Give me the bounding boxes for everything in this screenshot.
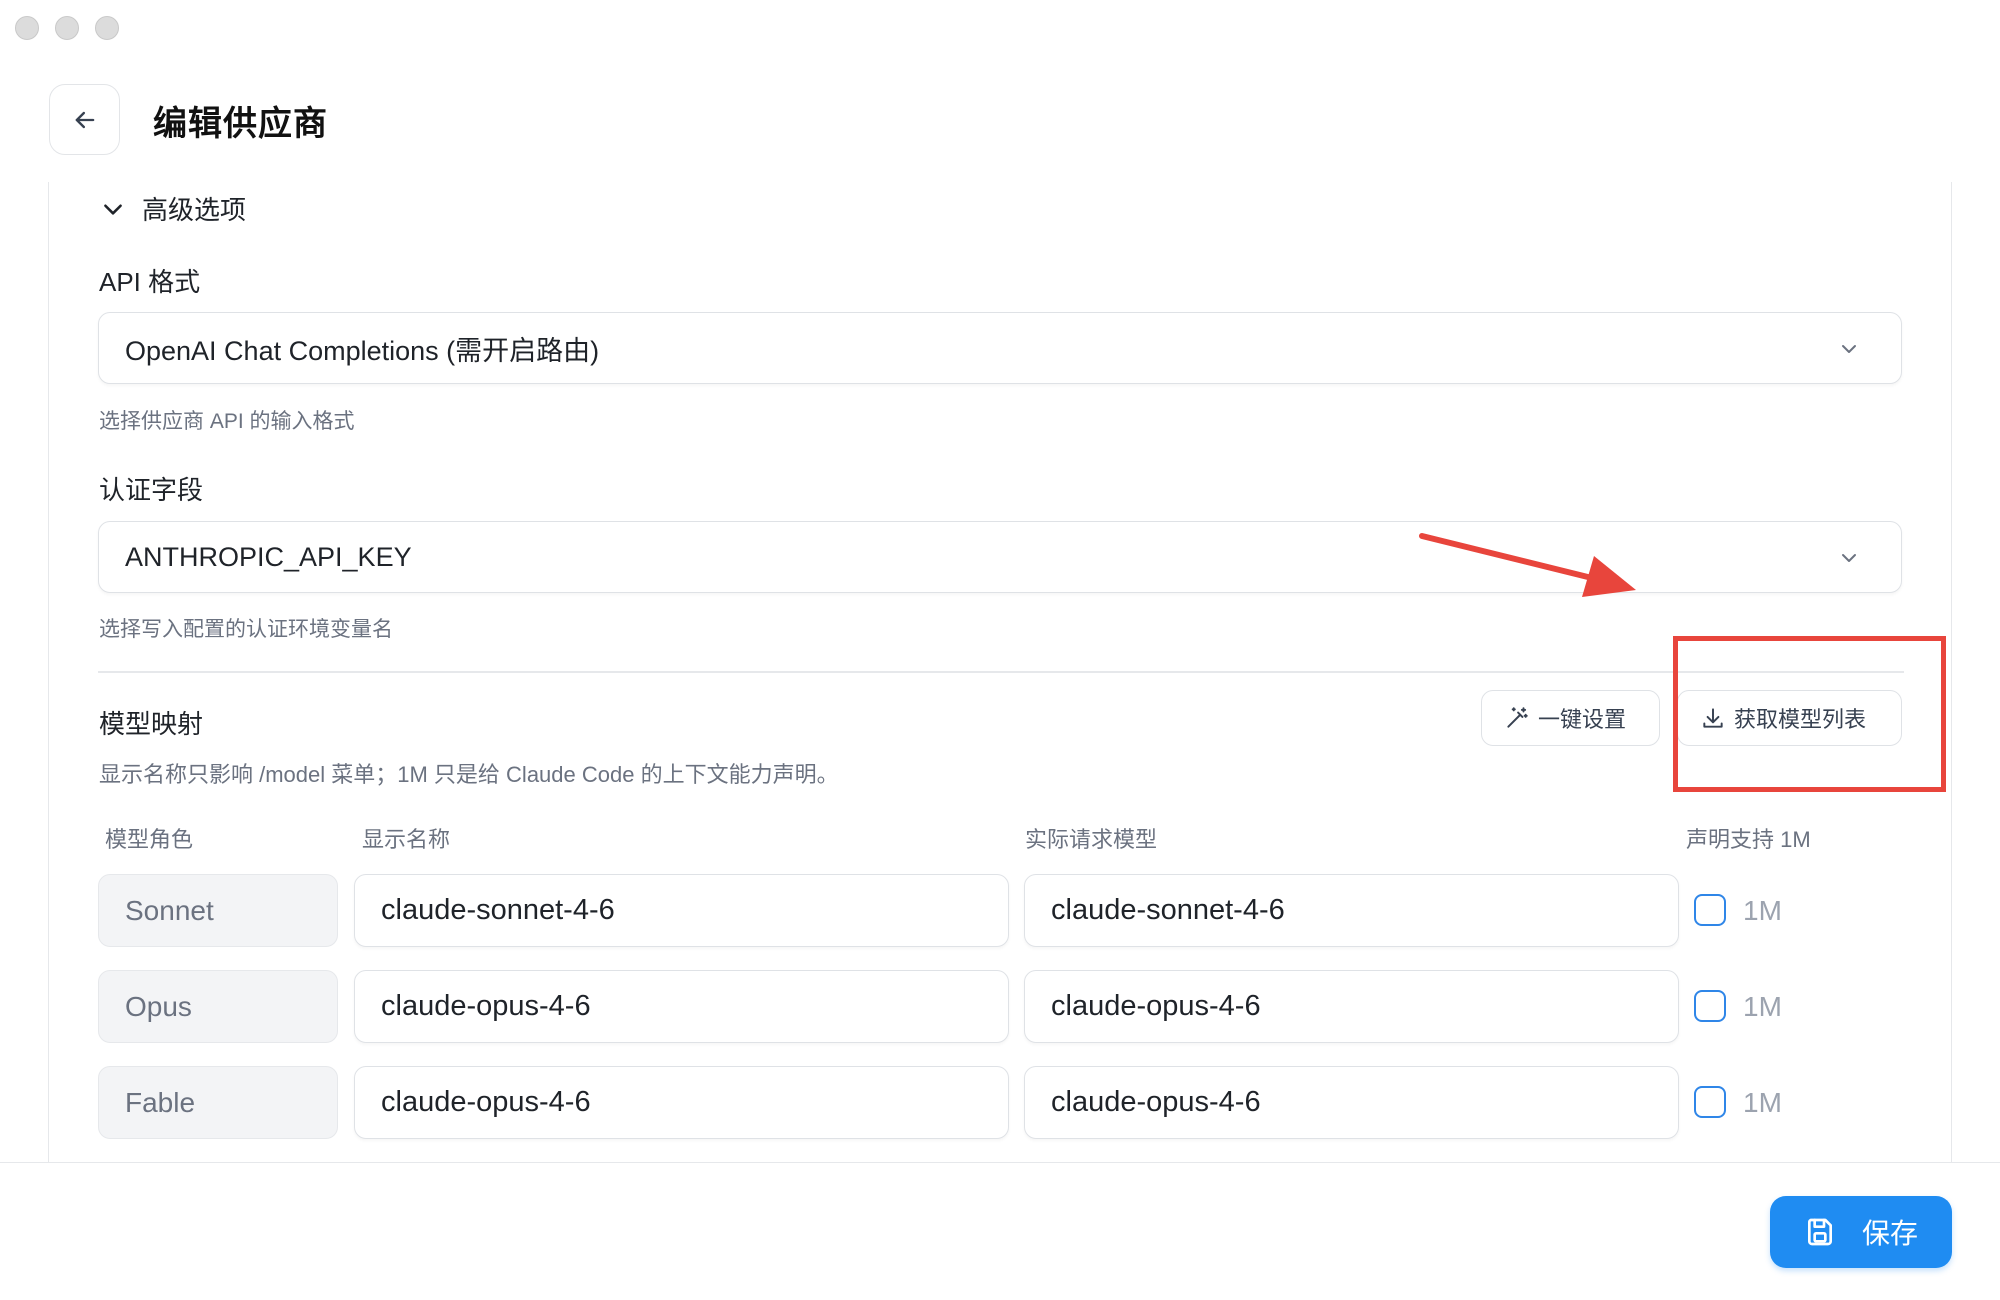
annotation-highlight-box <box>1673 636 1946 792</box>
